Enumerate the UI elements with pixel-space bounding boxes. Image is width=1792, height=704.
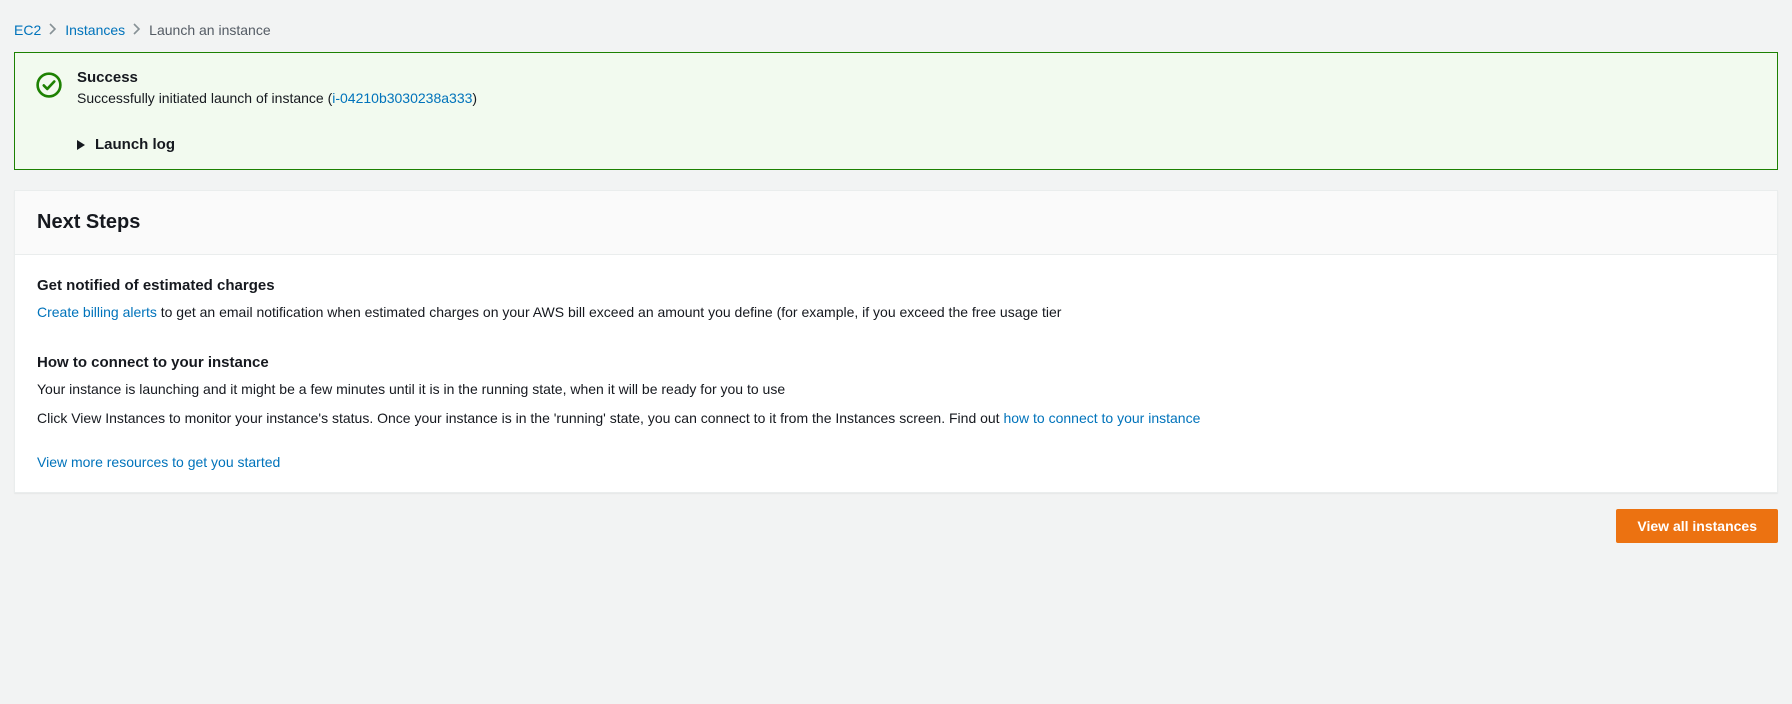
alert-message: Successfully initiated launch of instanc… <box>77 90 1757 106</box>
footer-actions: View all instances <box>14 509 1778 543</box>
connect-p2: Click View Instances to monitor your ins… <box>37 408 1755 430</box>
breadcrumb: EC2 Instances Launch an instance <box>8 8 1784 52</box>
connect-p1: Your instance is launching and it might … <box>37 379 1755 401</box>
billing-rest-text: to get an email notification when estima… <box>157 304 1062 320</box>
chevron-right-icon <box>133 22 141 38</box>
breadcrumb-ec2[interactable]: EC2 <box>14 22 41 38</box>
chevron-right-icon <box>49 22 57 38</box>
alert-body: Success Successfully initiated launch of… <box>77 69 1757 153</box>
alert-title: Success <box>77 69 1757 86</box>
view-all-instances-button[interactable]: View all instances <box>1616 509 1778 543</box>
connect-section: How to connect to your instance Your ins… <box>37 354 1755 470</box>
instance-id-link[interactable]: i-04210b3030238a333 <box>332 90 472 106</box>
panel-body: Get notified of estimated charges Create… <box>15 255 1777 492</box>
connect-p2-prefix: Click View Instances to monitor your ins… <box>37 410 1003 426</box>
billing-title: Get notified of estimated charges <box>37 277 1755 294</box>
create-billing-alerts-link[interactable]: Create billing alerts <box>37 304 157 320</box>
launch-log-toggle[interactable]: Launch log <box>77 136 1757 153</box>
next-steps-heading: Next Steps <box>37 211 1755 234</box>
how-to-connect-link[interactable]: how to connect to your instance <box>1003 410 1200 426</box>
launch-log-label: Launch log <box>95 136 175 153</box>
panel-header: Next Steps <box>15 191 1777 255</box>
view-more-resources-link[interactable]: View more resources to get you started <box>37 454 280 470</box>
success-alert: Success Successfully initiated launch of… <box>14 52 1778 170</box>
caret-right-icon <box>77 140 85 150</box>
billing-text: Create billing alerts to get an email no… <box>37 302 1755 324</box>
breadcrumb-instances[interactable]: Instances <box>65 22 125 38</box>
connect-title: How to connect to your instance <box>37 354 1755 371</box>
billing-section: Get notified of estimated charges Create… <box>37 277 1755 324</box>
alert-msg-suffix: ) <box>472 90 477 106</box>
alert-msg-prefix: Successfully initiated launch of instanc… <box>77 90 332 106</box>
next-steps-panel: Next Steps Get notified of estimated cha… <box>14 190 1778 493</box>
breadcrumb-current: Launch an instance <box>149 22 270 38</box>
check-circle-icon <box>35 71 63 99</box>
